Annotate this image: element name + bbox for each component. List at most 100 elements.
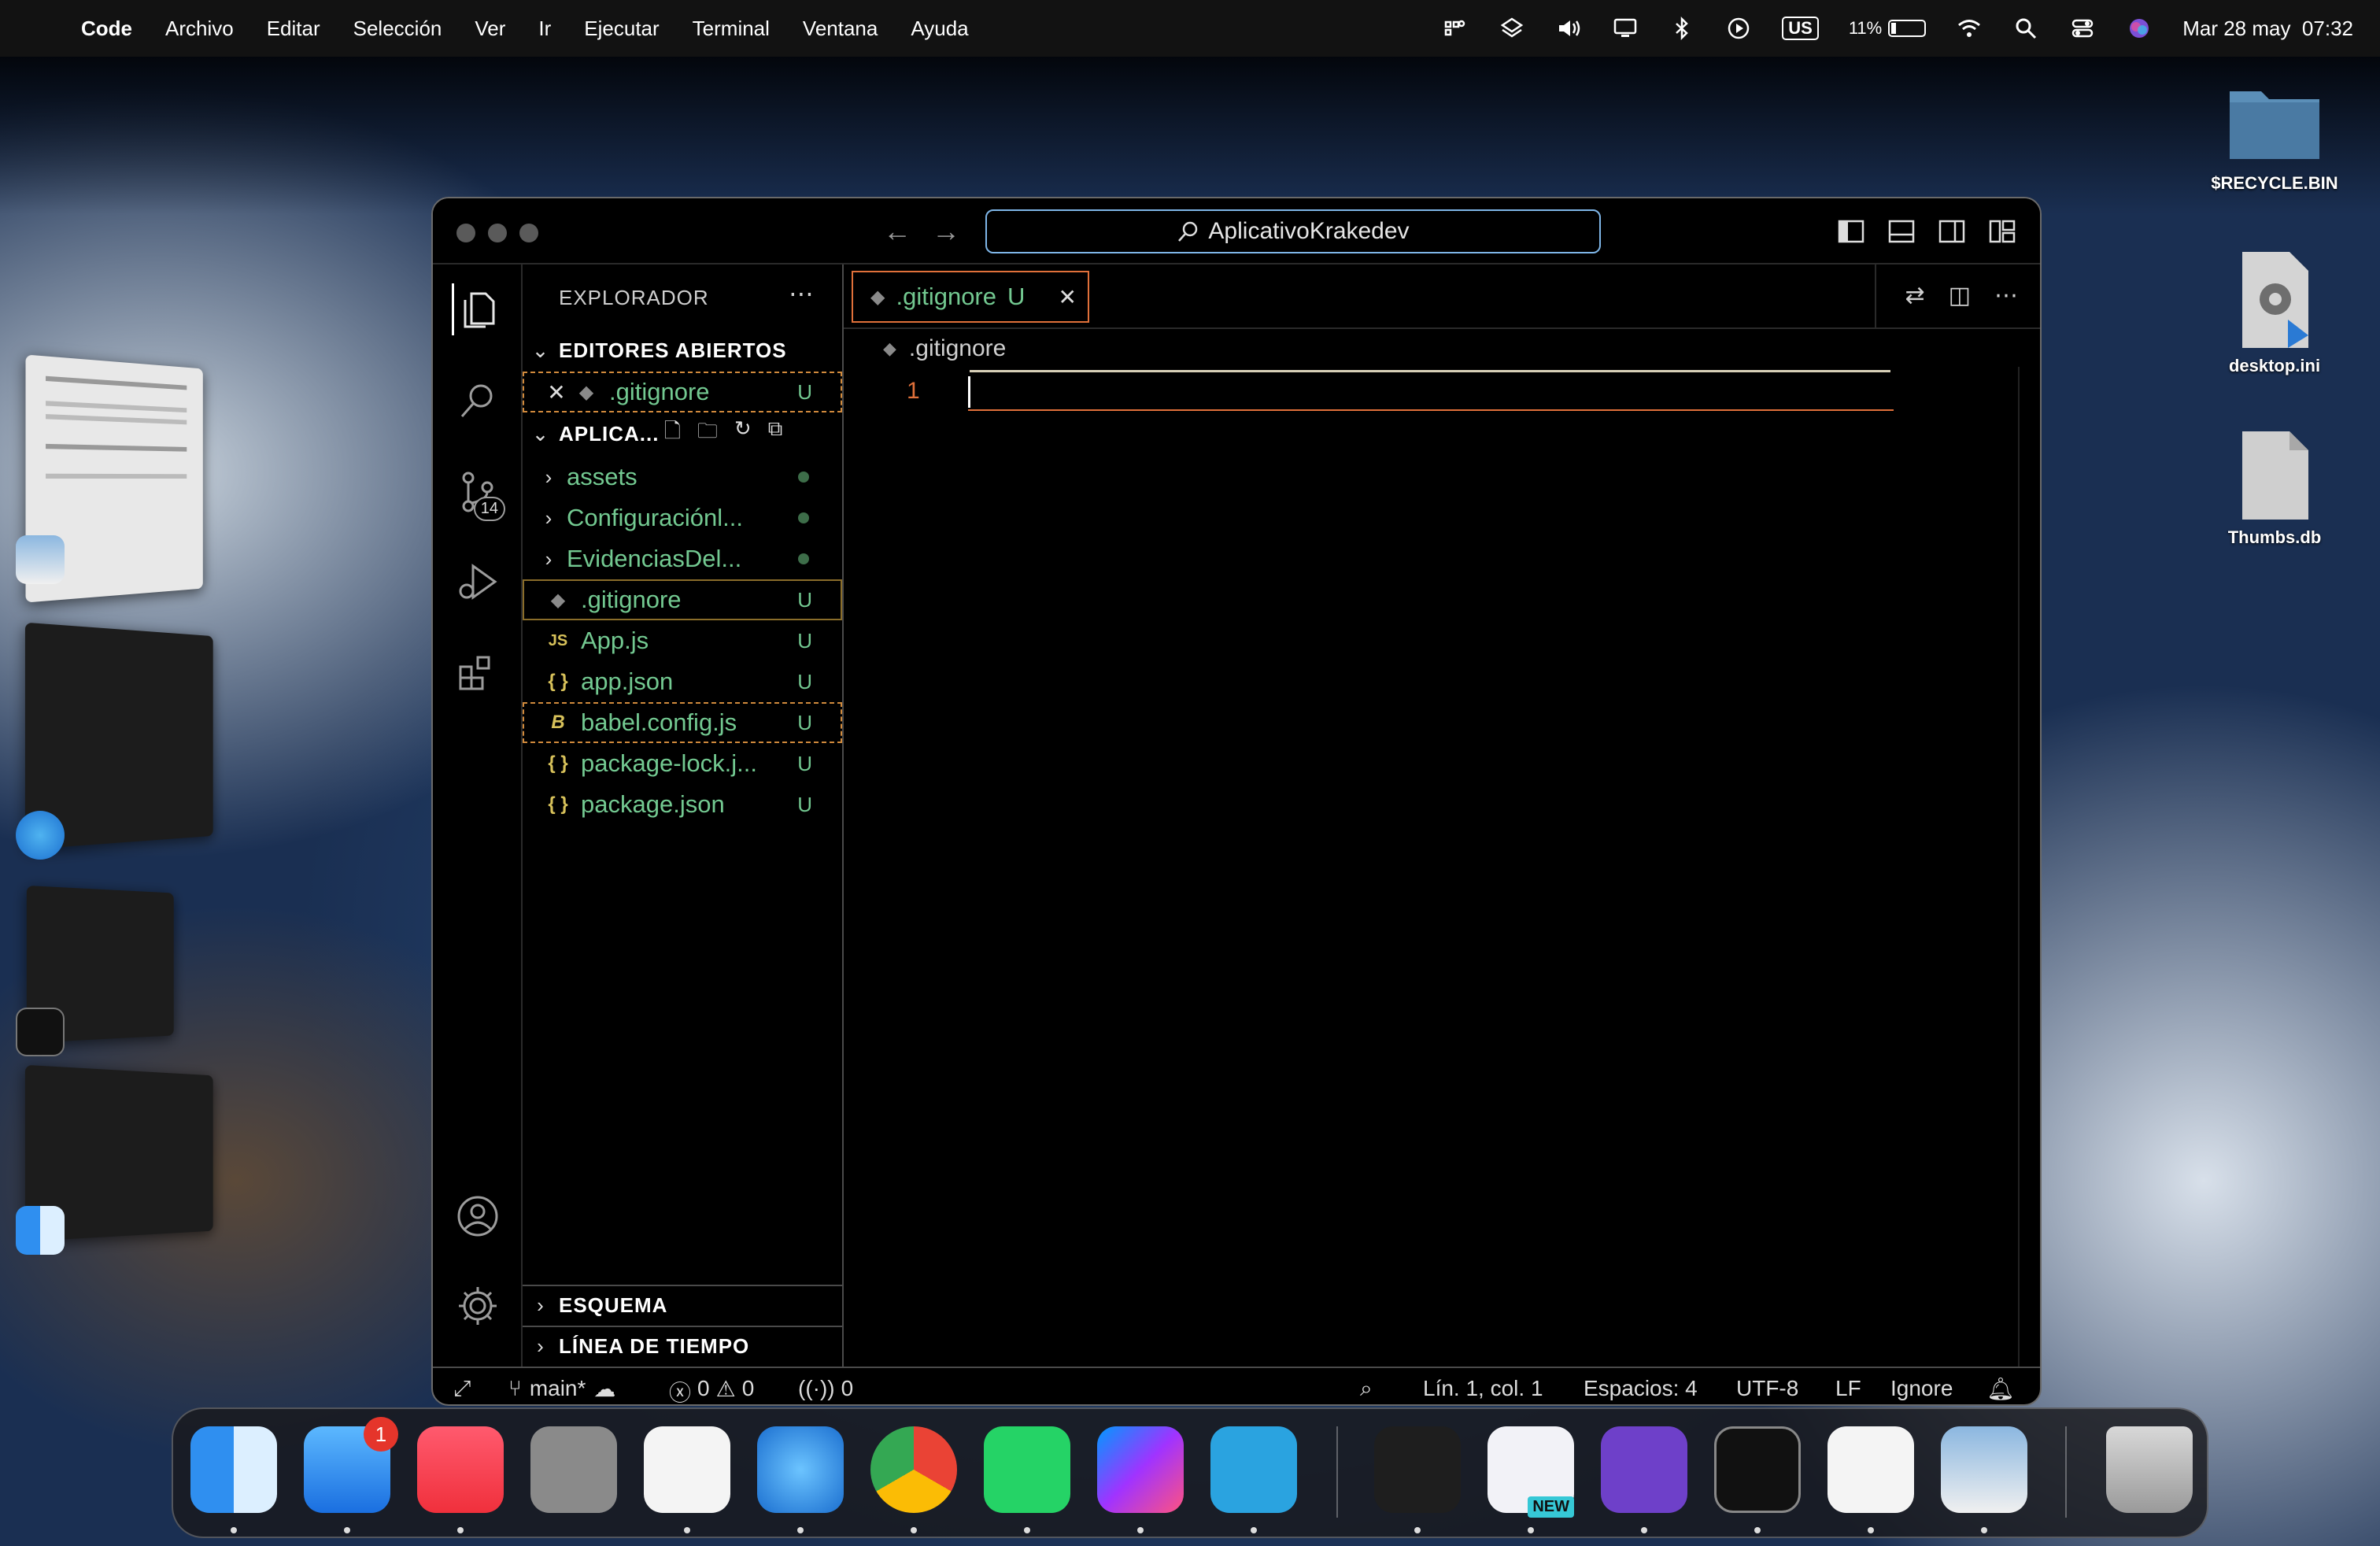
safari-dock-icon[interactable]: [757, 1426, 844, 1513]
extensions-activity-icon[interactable]: [452, 647, 504, 699]
new-folder-icon[interactable]: 🗀: [697, 416, 719, 451]
language-mode[interactable]: Ignore: [1890, 1376, 1953, 1401]
file-item-package-lock[interactable]: { } package-lock.j... U: [523, 743, 842, 784]
messenger-dock-icon[interactable]: [1097, 1426, 1184, 1513]
current-line-highlight[interactable]: [968, 372, 1894, 411]
folder-item[interactable]: › assets: [523, 457, 842, 497]
menu-ir[interactable]: Ir: [522, 17, 567, 41]
notifications-bell-icon[interactable]: 🔔︎: [1986, 1376, 2015, 1402]
run-debug-activity-icon[interactable]: [452, 557, 504, 609]
branch-status[interactable]: ⑂ main* ☁: [508, 1376, 615, 1402]
menu-terminal[interactable]: Terminal: [676, 17, 786, 41]
github-desktop-dock-icon[interactable]: [1601, 1426, 1687, 1513]
tab-gitignore[interactable]: ◆ .gitignore U ✕: [852, 271, 1089, 323]
layers-icon[interactable]: [1499, 15, 1525, 42]
battery-status[interactable]: 11%: [1849, 18, 1927, 39]
music-dock-icon[interactable]: [417, 1426, 504, 1513]
remote-icon[interactable]: ⤢: [453, 1376, 471, 1402]
source-control-activity-icon[interactable]: 14: [452, 466, 505, 521]
desktop-icon-desktop-ini[interactable]: desktop.ini: [2196, 249, 2353, 376]
launchpad-dock-icon[interactable]: [530, 1426, 617, 1513]
minimize-window-button[interactable]: [488, 224, 507, 242]
back-arrow-icon[interactable]: ←: [881, 216, 913, 247]
customize-layout-icon[interactable]: [1988, 217, 2016, 246]
explorer-more-icon[interactable]: ⋯: [789, 279, 814, 309]
whatsapp-dock-icon[interactable]: [984, 1426, 1070, 1513]
open-editors-header[interactable]: ⌄ EDITORES ABIERTOS: [523, 331, 842, 370]
indentation[interactable]: Espacios: 4: [1584, 1376, 1698, 1401]
open-editor-item[interactable]: ✕ ◆ .gitignore U: [523, 372, 842, 412]
menu-editar[interactable]: Editar: [250, 17, 337, 41]
ports-status[interactable]: ((·)) 0: [798, 1376, 853, 1401]
zoom-window-button[interactable]: [519, 224, 538, 242]
zoom-icon[interactable]: ⌕: [1360, 1376, 1373, 1402]
toggle-panel-icon[interactable]: [1887, 217, 1916, 246]
figma-dock-icon[interactable]: [1374, 1426, 1461, 1513]
settings-gear-icon[interactable]: [452, 1280, 504, 1332]
close-icon[interactable]: ✕: [538, 379, 575, 405]
outline-section-header[interactable]: › ESQUEMA: [523, 1285, 842, 1324]
desktop-icon-thumbs-db[interactable]: Thumbs.db: [2196, 428, 2353, 548]
problems-status[interactable]: ⓧ 0 ⚠ 0: [669, 1376, 754, 1404]
wifi-icon[interactable]: [1956, 15, 1983, 42]
refresh-icon[interactable]: ↻: [734, 416, 752, 451]
finder-app-icon[interactable]: [16, 1206, 65, 1255]
end-of-line[interactable]: LF: [1835, 1376, 1861, 1401]
command-center-search[interactable]: AplicativoKrakedev: [985, 209, 1601, 253]
close-window-button[interactable]: [456, 224, 475, 242]
accounts-activity-icon[interactable]: [452, 1190, 504, 1242]
safari-app-icon[interactable]: [16, 811, 65, 860]
new-file-icon[interactable]: 🗋: [664, 416, 682, 451]
search-activity-icon[interactable]: [452, 375, 504, 427]
breadcrumb[interactable]: ◆ .gitignore: [883, 335, 1006, 362]
toggle-secondary-sidebar-icon[interactable]: [1938, 217, 1966, 246]
teams-dock-icon[interactable]: NEW: [1488, 1426, 1574, 1518]
more-actions-icon[interactable]: ⋯: [1994, 282, 2018, 309]
timeline-section-header[interactable]: › LÍNEA DE TIEMPO: [523, 1326, 842, 1365]
preview-app-icon[interactable]: [16, 535, 65, 584]
folder-item[interactable]: › Configuraciónl...: [523, 497, 842, 538]
telegram-dock-icon[interactable]: [1210, 1426, 1297, 1513]
open-changes-icon[interactable]: ⇄: [1905, 282, 1925, 309]
menu-ayuda[interactable]: Ayuda: [894, 17, 985, 41]
terminal-app-icon[interactable]: [16, 1008, 65, 1056]
menu-ventana[interactable]: Ventana: [786, 17, 894, 41]
display-icon[interactable]: [1612, 15, 1639, 42]
control-icon[interactable]: [1442, 15, 1469, 42]
trash-dock-icon[interactable]: [2106, 1426, 2193, 1513]
file-item-app-js[interactable]: JS App.js U: [523, 620, 842, 661]
chrome-dock-icon[interactable]: [870, 1426, 957, 1513]
desktop-icon-recycle-bin[interactable]: $RECYCLE.BIN: [2196, 79, 2353, 194]
toggle-primary-sidebar-icon[interactable]: [1837, 217, 1865, 246]
volume-icon[interactable]: [1555, 15, 1582, 42]
encoding[interactable]: UTF-8: [1736, 1376, 1798, 1401]
finder-dock-icon[interactable]: [190, 1426, 277, 1513]
menu-ver[interactable]: Ver: [458, 17, 522, 41]
keyboard-layout[interactable]: US: [1782, 17, 1819, 40]
vscode-dock-icon[interactable]: [1828, 1426, 1914, 1513]
folder-item[interactable]: › EvidenciasDel...: [523, 538, 842, 579]
menu-seleccion[interactable]: Selección: [337, 17, 459, 41]
cursor-position[interactable]: Lín. 1, col. 1: [1423, 1376, 1543, 1401]
file-item-babel-config[interactable]: Bbabel.config.js U: [523, 702, 842, 743]
file-item-app-json[interactable]: { } app.json U: [523, 661, 842, 702]
project-folder-header[interactable]: ⌄ APLICA... 🗋 🗀 ↻ ⧉: [523, 414, 842, 453]
control-center-icon[interactable]: [2069, 15, 2096, 42]
forward-arrow-icon[interactable]: →: [930, 216, 962, 247]
preview-dock-icon[interactable]: [1941, 1426, 2027, 1513]
file-item-package-json[interactable]: { } package.json U: [523, 784, 842, 825]
menu-app-name[interactable]: Code: [65, 17, 149, 41]
terminal-dock-icon[interactable]: [1714, 1426, 1801, 1513]
menu-ejecutar[interactable]: Ejecutar: [567, 17, 675, 41]
explorer-activity-icon[interactable]: [452, 283, 504, 335]
siri-icon[interactable]: [2126, 15, 2153, 42]
file-item-gitignore[interactable]: ◆ .gitignore U: [523, 579, 842, 620]
collapse-all-icon[interactable]: ⧉: [768, 416, 784, 451]
bluetooth-icon[interactable]: [1669, 15, 1695, 42]
mail-dock-icon[interactable]: 1: [304, 1417, 398, 1513]
jira-dock-icon[interactable]: [644, 1426, 730, 1513]
menu-datetime[interactable]: Mar 28 may 07:32: [2182, 17, 2353, 41]
menu-archivo[interactable]: Archivo: [149, 17, 250, 41]
split-editor-icon[interactable]: ◫: [1949, 282, 1971, 309]
spotlight-icon[interactable]: [2012, 15, 2039, 42]
